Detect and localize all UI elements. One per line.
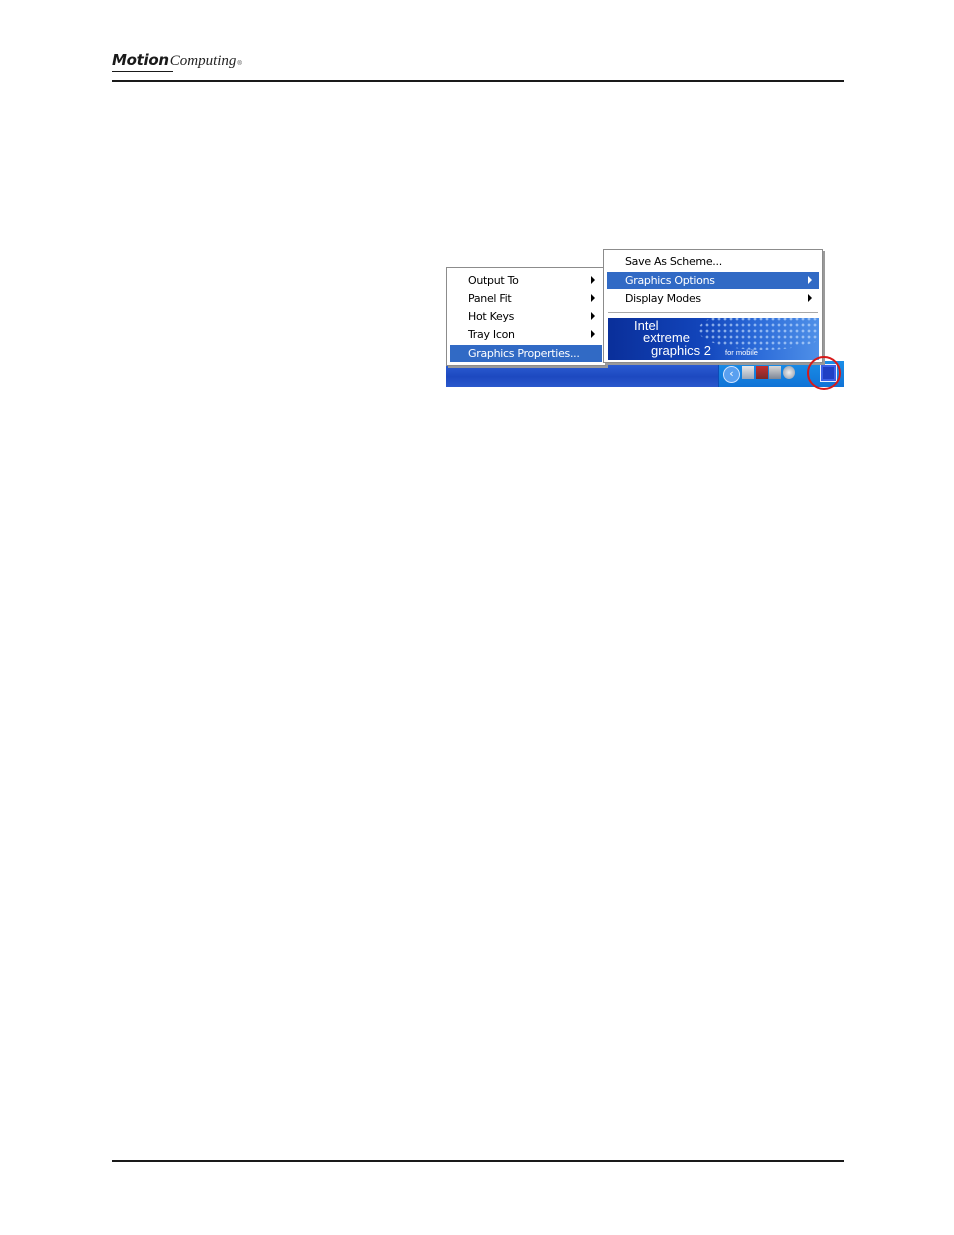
tray-menu-screenshot: ‹ Output To Panel Fit Hot Keys Tray Icon… bbox=[446, 247, 844, 390]
menu-item-label: Output To bbox=[468, 274, 519, 287]
menu-item-save-as-scheme[interactable]: Save As Scheme... bbox=[607, 253, 819, 270]
menu-item-output-to[interactable]: Output To bbox=[450, 272, 602, 289]
graphics-context-menu: Output To Panel Fit Hot Keys Tray Icon G… bbox=[446, 267, 606, 366]
menu-item-hot-keys[interactable]: Hot Keys bbox=[450, 308, 602, 325]
menu-item-panel-fit[interactable]: Panel Fit bbox=[450, 290, 602, 307]
device-icon[interactable] bbox=[769, 366, 781, 379]
menu-item-label: Tray Icon bbox=[468, 328, 515, 341]
submenu-arrow-icon bbox=[591, 330, 595, 338]
menu-item-label: Display Modes bbox=[625, 292, 701, 305]
menu-item-label: Save As Scheme... bbox=[625, 255, 722, 268]
banner-line-3: graphics 2 bbox=[651, 343, 711, 358]
intel-extreme-graphics-banner: Intel extreme graphics 2 for mobile bbox=[608, 318, 819, 360]
menu-item-graphics-properties[interactable]: Graphics Properties... bbox=[450, 345, 602, 362]
logo-word-motion: Motion bbox=[112, 51, 173, 72]
logo-word-computing: Computing bbox=[169, 53, 237, 69]
menu-item-label: Hot Keys bbox=[468, 310, 515, 323]
menu-item-display-modes[interactable]: Display Modes bbox=[607, 290, 819, 307]
submenu-arrow-icon bbox=[808, 276, 812, 284]
menu-item-label: Panel Fit bbox=[468, 292, 512, 305]
registered-mark: ® bbox=[237, 61, 242, 67]
submenu-arrow-icon bbox=[591, 312, 595, 320]
menu-item-label: Graphics Options bbox=[625, 274, 715, 287]
motion-computing-logo: Motion Computing ® bbox=[112, 51, 242, 75]
highlight-circle bbox=[807, 356, 841, 390]
network-icon[interactable] bbox=[742, 366, 754, 379]
banner-suffix: for mobile bbox=[725, 348, 758, 357]
submenu-arrow-icon bbox=[808, 294, 812, 302]
footer-rule bbox=[112, 1160, 844, 1162]
menu-item-tray-icon[interactable]: Tray Icon bbox=[450, 326, 602, 343]
chip-graphic bbox=[698, 318, 819, 350]
show-hidden-icons-chevron[interactable]: ‹ bbox=[723, 366, 740, 383]
menu-separator bbox=[608, 312, 818, 314]
menu-item-graphics-options[interactable]: Graphics Options bbox=[607, 272, 819, 289]
security-icon[interactable] bbox=[756, 366, 768, 379]
graphics-options-menu: Save As Scheme... Graphics Options Displ… bbox=[603, 249, 823, 363]
submenu-arrow-icon bbox=[591, 294, 595, 302]
menu-item-label: Graphics Properties... bbox=[468, 347, 580, 360]
volume-icon[interactable] bbox=[783, 366, 795, 379]
header-rule bbox=[112, 80, 844, 82]
submenu-arrow-icon bbox=[591, 276, 595, 284]
